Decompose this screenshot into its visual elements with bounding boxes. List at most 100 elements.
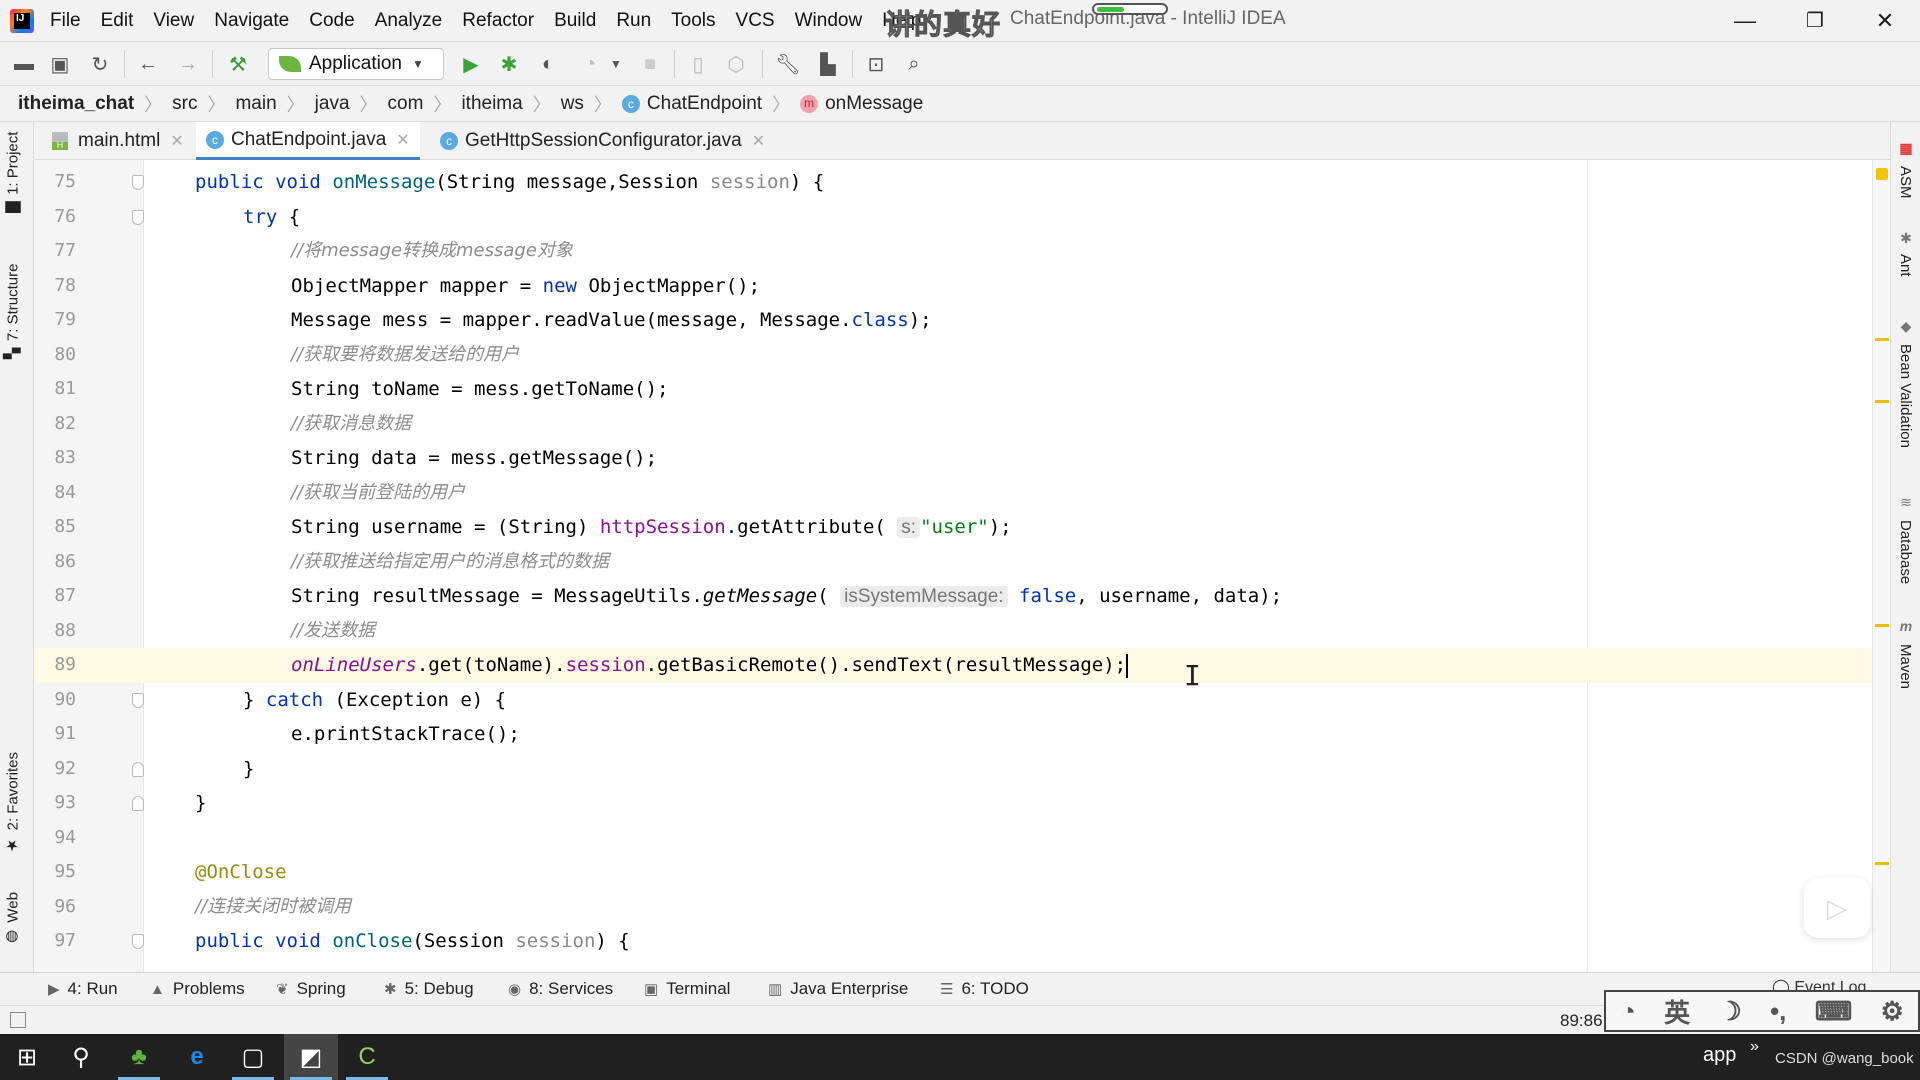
project-structure-icon[interactable]: ▙ <box>816 52 840 76</box>
tool-window-run[interactable]: ▶ 4: Run <box>48 979 118 999</box>
code-line-81[interactable]: 81 String toName = mess.getToName(); <box>34 372 1872 407</box>
typora-app-icon[interactable]: ▢ <box>226 1034 280 1080</box>
menu-run[interactable]: Run <box>616 10 651 32</box>
ime-settings-icon[interactable]: ⚙ <box>1881 996 1904 1027</box>
code-line-97[interactable]: 97 public void onClose(Session session) { <box>34 924 1872 959</box>
tab-chatendpoint-java[interactable]: c ChatEndpoint.java ✕ <box>196 122 420 160</box>
code-line-78[interactable]: 78 ObjectMapper mapper = new ObjectMapper… <box>34 269 1872 304</box>
warning-mark[interactable] <box>1875 400 1889 403</box>
code-line-89-current[interactable]: 89 onLineUsers.get(toName).session.getBas… <box>34 648 1872 683</box>
menu-window[interactable]: Window <box>795 10 863 32</box>
tool-window-maven[interactable]: Maven <box>1897 644 1914 689</box>
profile-dropdown-icon[interactable]: ▼ <box>604 52 628 76</box>
settings-wrench-icon[interactable]: 🔧︎ <box>775 52 800 76</box>
tool-window-ant[interactable]: Ant <box>1897 254 1914 277</box>
fold-toggle-icon[interactable] <box>132 209 144 225</box>
run-configuration-select[interactable]: Application ▼ <box>268 48 444 80</box>
save-icon[interactable]: ▣ <box>48 52 72 76</box>
run-window-icon[interactable]: ⊡ <box>864 52 888 76</box>
intellij-taskbar-icon[interactable]: ◩ <box>284 1034 338 1080</box>
code-line-94[interactable]: 94 <box>34 821 1872 856</box>
code-line-92[interactable]: 92} <box>34 752 1872 787</box>
breadcrumb-class[interactable]: c ChatEndpoint <box>621 93 762 115</box>
code-line-90[interactable]: 90} catch (Exception e) { <box>34 683 1872 718</box>
tool-window-web[interactable]: ◍ Web <box>4 892 22 947</box>
breadcrumb-src[interactable]: src <box>172 93 197 115</box>
fold-end-icon[interactable] <box>132 761 144 777</box>
menu-navigate[interactable]: Navigate <box>214 10 289 32</box>
tool-window-terminal[interactable]: ▣ Terminal <box>644 979 730 999</box>
code-line-82[interactable]: 82 //获取消息数据 <box>34 407 1872 442</box>
menu-analyze[interactable]: Analyze <box>375 10 443 32</box>
warning-mark[interactable] <box>1875 862 1889 865</box>
clover-app-icon[interactable]: ♣ <box>112 1034 166 1080</box>
code-line-77[interactable]: 77 //将message转换成message对象 <box>34 234 1872 269</box>
floating-video-play-button[interactable]: ▷ <box>1804 878 1870 938</box>
code-line-83[interactable]: 83 String data = mess.getMessage(); <box>34 441 1872 476</box>
menu-edit[interactable]: Edit <box>101 10 134 32</box>
debug-icon[interactable]: ✱ <box>497 52 521 76</box>
ime-punctuation-icon[interactable]: •, <box>1770 996 1786 1027</box>
tool-window-bean-validation[interactable]: Bean Validation <box>1897 344 1914 448</box>
fold-toggle-icon[interactable] <box>132 934 144 949</box>
tool-window-database[interactable]: Database <box>1897 520 1914 584</box>
breadcrumb-itheima[interactable]: itheima <box>461 93 522 115</box>
forward-icon[interactable]: → <box>176 52 200 76</box>
device-icon[interactable]: ▯ <box>686 52 710 76</box>
stop-icon[interactable]: ■ <box>638 52 662 76</box>
breadcrumb-java[interactable]: java <box>315 93 350 115</box>
tab-gethttpsessionconfigurator-java[interactable]: c GetHttpSessionConfigurator.java ✕ <box>430 122 775 160</box>
fold-toggle-icon[interactable] <box>132 692 144 708</box>
breadcrumb-project[interactable]: itheima_chat <box>18 93 134 115</box>
run-icon[interactable]: ▶ <box>459 52 483 76</box>
menu-vcs[interactable]: VCS <box>736 10 775 32</box>
close-button[interactable]: ✕ <box>1865 6 1905 36</box>
profile-icon[interactable]: ◔ <box>578 52 602 76</box>
tool-window-debug[interactable]: ✱ 5: Debug <box>384 979 474 999</box>
restore-button[interactable]: ❐ <box>1795 6 1835 36</box>
taskbar-search-icon[interactable]: ⚲ <box>54 1034 108 1080</box>
code-line-91[interactable]: 91 e.printStackTrace(); <box>34 717 1872 752</box>
tool-window-problems[interactable]: ▲ Problems <box>150 979 245 999</box>
menu-code[interactable]: Code <box>309 10 354 32</box>
menu-tools[interactable]: Tools <box>671 10 715 32</box>
menu-file[interactable]: File <box>50 10 81 32</box>
sync-icon[interactable]: ↻ <box>88 52 112 76</box>
close-tab-icon[interactable]: ✕ <box>396 130 409 150</box>
code-editor[interactable]: 75 public void onMessage(String message,S… <box>34 160 1872 972</box>
code-line-86[interactable]: 86 //获取推送给指定用户的消息格式的数据 <box>34 545 1872 580</box>
camtasia-app-icon[interactable]: C <box>340 1034 394 1080</box>
breadcrumb-main[interactable]: main <box>235 93 276 115</box>
tray-overflow-icon[interactable]: » <box>1750 1038 1759 1056</box>
code-line-93[interactable]: 93} <box>34 786 1872 821</box>
code-line-84[interactable]: 84 //获取当前登陆的用户 <box>34 476 1872 511</box>
ime-keyboard-icon[interactable]: ⌨ <box>1815 996 1853 1027</box>
ime-language-toggle[interactable]: 英 <box>1664 993 1690 1030</box>
breadcrumb-com[interactable]: com <box>388 93 424 115</box>
tool-window-structure[interactable]: ▚ 7: Structure <box>4 264 22 359</box>
fold-end-icon[interactable] <box>132 796 144 811</box>
menu-build[interactable]: Build <box>554 10 596 32</box>
breadcrumb-method[interactable]: m onMessage <box>800 93 923 115</box>
tool-window-spring[interactable]: ❦ Spring <box>276 979 346 999</box>
tab-main-html[interactable]: H main.html ✕ <box>42 122 194 160</box>
breadcrumb-ws[interactable]: ws <box>561 93 584 115</box>
caret-position[interactable]: 89:86 <box>1560 1011 1603 1031</box>
search-icon[interactable]: ⌕ <box>902 52 926 76</box>
code-line-85[interactable]: 85 String username = (String) httpSession… <box>34 510 1872 545</box>
tool-window-java-enterprise[interactable]: ▥ Java Enterprise <box>768 979 908 999</box>
build-hammer-icon[interactable]: ⚒ <box>226 52 250 76</box>
toggle-tool-windows-icon[interactable] <box>10 1012 26 1028</box>
minimize-button[interactable]: — <box>1725 6 1765 36</box>
tool-window-asm[interactable]: ASM <box>1897 166 1914 199</box>
tool-window-favorites[interactable]: ★ 2: Favorites <box>4 752 22 854</box>
editor-error-stripe[interactable] <box>1872 160 1890 972</box>
code-line-87[interactable]: 87 String resultMessage = MessageUtils.ge… <box>34 579 1872 614</box>
coverage-icon[interactable]: ◐ <box>536 52 560 76</box>
warning-indicator-icon[interactable] <box>1876 168 1888 180</box>
code-line-88[interactable]: 88 //发送数据 <box>34 614 1872 649</box>
edge-browser-icon[interactable]: e <box>170 1034 224 1080</box>
warning-mark[interactable] <box>1875 624 1889 627</box>
ime-logo-icon[interactable]: ◔ <box>1620 996 1636 1027</box>
back-icon[interactable]: ← <box>136 52 160 76</box>
